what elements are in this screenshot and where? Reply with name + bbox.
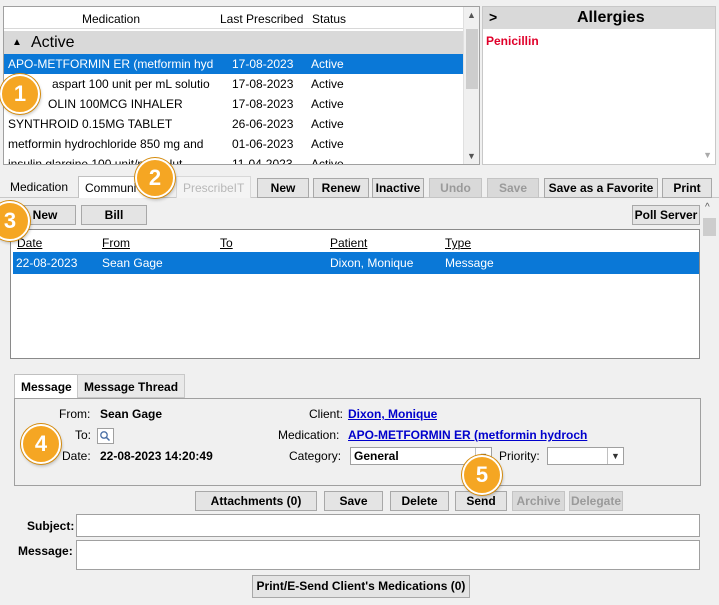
column-header-from[interactable]: From xyxy=(102,236,130,250)
column-header-medication[interactable]: Medication xyxy=(82,12,140,26)
medication-row[interactable]: insulin glargine 100 unit/mL solut 11-04… xyxy=(4,154,464,165)
save-button: Save xyxy=(487,178,539,198)
print-button[interactable]: Print xyxy=(662,178,712,198)
collapse-triangle-icon[interactable]: ▲ xyxy=(12,37,22,48)
group-label: Active xyxy=(31,34,75,51)
medication-list-header: Medication Last Prescribed Status xyxy=(4,7,464,29)
poll-server-button[interactable]: Poll Server xyxy=(632,205,700,225)
group-active[interactable]: ▲ Active xyxy=(4,31,464,55)
communication-patient: Dixon, Monique xyxy=(330,256,414,270)
column-header-type[interactable]: Type xyxy=(445,236,471,250)
category-label: Category: xyxy=(289,449,342,463)
save-message-button[interactable]: Save xyxy=(324,491,383,511)
medication-row[interactable]: aspart 100 unit per mL solutio 17-08-202… xyxy=(4,74,464,94)
column-header-to[interactable]: To xyxy=(220,236,233,250)
from-label: From: xyxy=(59,407,91,421)
medication-date: 17-08-2023 xyxy=(232,77,294,91)
inactive-button[interactable]: Inactive xyxy=(372,178,424,198)
main-scrollbar[interactable]: ^ xyxy=(701,202,718,570)
subject-label: Subject: xyxy=(27,519,75,533)
message-label: Message: xyxy=(18,544,73,558)
medication-status: Active xyxy=(311,97,344,111)
allergies-header: > Allergies xyxy=(483,7,715,29)
attachments-button[interactable]: Attachments (0) xyxy=(195,491,317,511)
medication-date: 26-06-2023 xyxy=(232,117,294,131)
medication-name: SYNTHROID 0.15MG TABLET xyxy=(8,117,173,131)
message-details: From: Sean Gage To: Date: 22-08-2023 14:… xyxy=(14,398,701,486)
medication-label: Medication: xyxy=(278,428,340,442)
tab-medication[interactable]: Medication xyxy=(4,176,74,198)
callout-badge-5: 5 xyxy=(462,455,502,495)
scroll-up-icon[interactable]: ^ xyxy=(705,202,710,213)
medication-row[interactable]: metformin hydrochloride 850 mg and 01-06… xyxy=(4,134,464,154)
delete-button[interactable]: Delete xyxy=(390,491,449,511)
medication-name: aspart 100 unit per mL solutio xyxy=(52,77,210,91)
callout-badge-2: 2 xyxy=(135,158,175,198)
to-label: To: xyxy=(75,428,92,442)
medication-date: 11-04-2023 xyxy=(232,157,293,165)
undo-button: Undo xyxy=(429,178,482,198)
lookup-recipient-icon[interactable] xyxy=(97,428,114,444)
bill-button[interactable]: Bill xyxy=(81,205,147,225)
renew-button[interactable]: Renew xyxy=(313,178,369,198)
scroll-down-icon[interactable]: ▼ xyxy=(467,151,476,161)
allergies-title: Allergies xyxy=(577,9,645,26)
medication-list: Medication Last Prescribed Status ▲ Acti… xyxy=(3,6,480,165)
scrollbar-thumb[interactable] xyxy=(703,218,716,236)
allergy-item[interactable]: Penicillin xyxy=(486,34,539,48)
category-value: General xyxy=(354,449,399,463)
communication-from: Sean Gage xyxy=(102,256,163,270)
save-as-favorite-button[interactable]: Save as a Favorite xyxy=(544,178,658,198)
communications-list: Date From To Patient Type 22-08-2023 Sea… xyxy=(10,229,700,359)
column-header-last-prescribed[interactable]: Last Prescribed xyxy=(220,12,303,26)
medication-status: Active xyxy=(311,77,344,91)
subject-field[interactable] xyxy=(76,514,700,537)
medication-name: APO-METFORMIN ER (metformin hyd xyxy=(8,57,214,71)
allergies-panel: > Allergies Penicillin ▼ xyxy=(482,6,716,165)
medication-list-scrollbar[interactable]: ▲ ▼ xyxy=(463,7,479,164)
callout-badge-1: 1 xyxy=(0,74,40,114)
medication-status: Active xyxy=(311,157,344,165)
client-link[interactable]: Dixon, Monique xyxy=(348,407,437,421)
column-header-status[interactable]: Status xyxy=(312,12,346,26)
tab-message-thread[interactable]: Message Thread xyxy=(77,374,186,398)
tab-prescribeit: PrescribeIT xyxy=(176,176,252,198)
medication-row[interactable]: OLIN 100MCG INHALER 17-08-2023 Active xyxy=(4,94,464,114)
medication-name: insulin glargine 100 unit/mL solut xyxy=(8,157,183,165)
medication-date: 01-06-2023 xyxy=(232,137,294,151)
message-body-field[interactable] xyxy=(76,540,700,570)
callout-badge-4: 4 xyxy=(21,424,61,464)
column-header-patient[interactable]: Patient xyxy=(330,236,367,250)
expand-arrow-icon[interactable]: > xyxy=(489,9,497,25)
medication-date: 17-08-2023 xyxy=(232,97,294,111)
delegate-button: Delegate xyxy=(569,491,623,511)
priority-select[interactable]: ▼ xyxy=(547,447,624,465)
date-value: 22-08-2023 14:20:49 xyxy=(100,449,213,463)
new-medication-button[interactable]: New xyxy=(257,178,309,198)
communication-date: 22-08-2023 xyxy=(16,256,78,270)
medication-link[interactable]: APO-METFORMIN ER (metformin hydroch xyxy=(348,428,606,442)
medication-name: OLIN 100MCG INHALER xyxy=(48,97,183,111)
print-send-medications-button[interactable]: Print/E-Send Client's Medications (0) xyxy=(252,575,470,598)
medication-status: Active xyxy=(311,117,344,131)
date-label: Date: xyxy=(62,449,91,463)
scrollbar-thumb[interactable] xyxy=(466,29,478,89)
scroll-up-icon[interactable]: ▲ xyxy=(467,10,476,20)
priority-label: Priority: xyxy=(499,449,540,463)
communication-row[interactable]: 22-08-2023 Sean Gage Dixon, Monique Mess… xyxy=(13,252,699,274)
communication-type: Message xyxy=(445,256,494,270)
medication-status: Active xyxy=(311,137,344,151)
medication-row[interactable]: SYNTHROID 0.15MG TABLET 26-06-2023 Activ… xyxy=(4,114,464,134)
client-label: Client: xyxy=(309,407,344,421)
column-header-date[interactable]: Date xyxy=(17,236,42,250)
medication-name: metformin hydrochloride 850 mg and xyxy=(8,137,204,151)
medication-row[interactable]: APO-METFORMIN ER (metformin hyd 17-08-20… xyxy=(4,54,464,74)
medication-date: 17-08-2023 xyxy=(232,57,294,71)
medication-status: Active xyxy=(311,57,344,71)
from-value: Sean Gage xyxy=(100,407,163,421)
archive-button: Archive xyxy=(512,491,565,511)
scroll-down-icon[interactable]: ▼ xyxy=(703,150,712,160)
tab-message[interactable]: Message xyxy=(14,374,79,398)
chevron-down-icon: ▼ xyxy=(607,448,623,464)
